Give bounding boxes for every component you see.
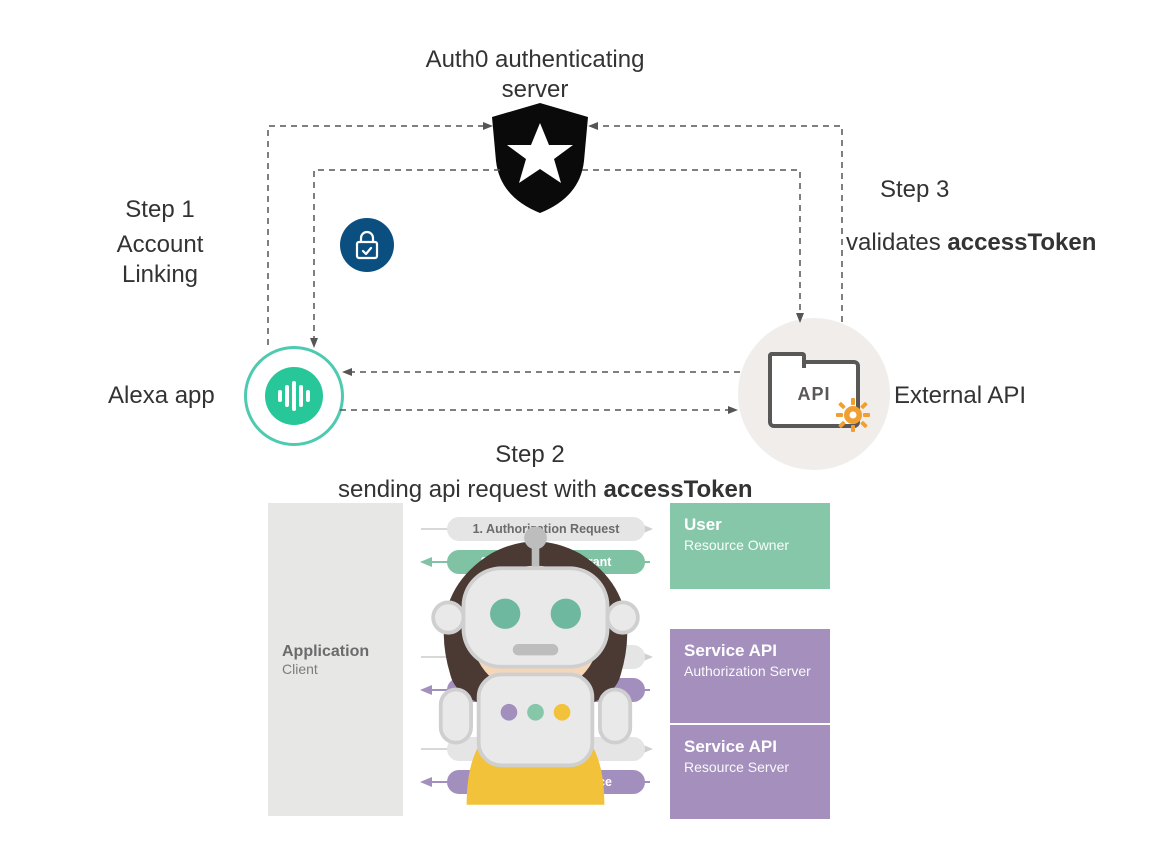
actor-user: User Resource Owner bbox=[670, 503, 830, 589]
diagram-canvas: Auth0 authenticating server Step 1 Accou… bbox=[0, 0, 1152, 864]
robot-avatar-icon bbox=[418, 503, 653, 823]
actor-auth-sub: Authorization Server bbox=[684, 663, 816, 679]
actor-res-title: Service API bbox=[684, 737, 816, 757]
application-sub: Client bbox=[282, 661, 389, 677]
actor-auth-server: Service API Authorization Server bbox=[670, 629, 830, 723]
top-connectors bbox=[0, 0, 1152, 500]
actor-res-sub: Resource Server bbox=[684, 759, 816, 775]
actor-resource-server: Service API Resource Server bbox=[670, 725, 830, 819]
application-client-box: Application Client bbox=[268, 503, 403, 816]
actor-user-sub: Resource Owner bbox=[684, 537, 816, 553]
oauth-flow-diagram: Application Client User Resource Owner S… bbox=[268, 503, 848, 823]
actor-auth-title: Service API bbox=[684, 641, 816, 661]
application-title: Application bbox=[282, 643, 389, 661]
actor-user-title: User bbox=[684, 515, 816, 535]
